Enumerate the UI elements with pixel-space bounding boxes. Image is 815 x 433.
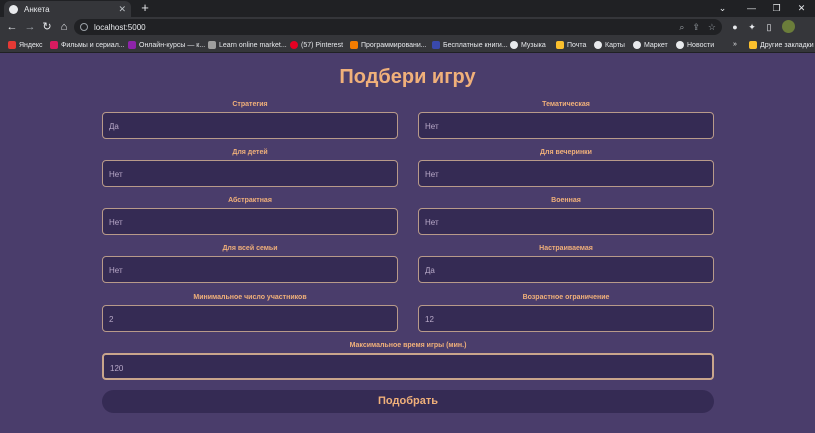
forward-arrow-icon[interactable]: →: [22, 19, 38, 35]
address-bar[interactable]: localhost:5000 ⌕ ⇪ ☆: [74, 19, 722, 35]
chevron-down-icon[interactable]: »: [733, 37, 737, 53]
field-kids: Для детей Нет: [102, 148, 398, 187]
bookmarks-bar: Яндекс Фильмы и сериал... Онлайн-курсы —…: [0, 37, 815, 53]
sidebar-icon[interactable]: ▯: [762, 20, 776, 34]
page-title: Подбери игру: [339, 66, 476, 88]
abstract-input[interactable]: Нет: [102, 208, 398, 235]
field-party: Для вечеринки Нет: [418, 148, 714, 187]
url-text[interactable]: localhost:5000: [94, 23, 671, 32]
tab-title: Анкета: [24, 4, 50, 14]
bookmark-item[interactable]: (57) Pinterest: [290, 37, 343, 53]
bookmark-item[interactable]: Яндекс: [8, 37, 43, 53]
field-label: Для всей семьи: [222, 245, 278, 252]
field-label: Минимальное число участников: [193, 294, 307, 301]
age-limit-input[interactable]: 12: [418, 305, 714, 332]
close-icon[interactable]: ✕: [118, 4, 126, 14]
globe-icon: [9, 4, 18, 14]
field-military: Военная Нет: [418, 196, 714, 235]
puzzle-icon[interactable]: ✦: [745, 20, 759, 34]
browser-toolbar: ← → ↻ ⌂ localhost:5000 ⌕ ⇪ ☆ ● ✦ ▯: [0, 17, 815, 37]
field-family: Для всей семьи Нет: [102, 244, 398, 283]
other-bookmarks[interactable]: Другие закладки: [749, 37, 814, 53]
bookmark-item[interactable]: Карты: [594, 37, 625, 53]
zoom-icon[interactable]: ⌕: [679, 22, 684, 33]
field-strategy: Стратегия Да: [102, 100, 398, 139]
kids-input[interactable]: Нет: [102, 160, 398, 187]
party-input[interactable]: Нет: [418, 160, 714, 187]
field-label: Абстрактная: [228, 197, 272, 204]
field-age-limit: Возрастное ограничение 12: [418, 293, 714, 332]
military-input[interactable]: Нет: [418, 208, 714, 235]
field-label: Тематическая: [542, 101, 590, 108]
bookmark-item[interactable]: Программировани...: [350, 37, 427, 53]
field-label: Возрастное ограничение: [522, 294, 610, 301]
field-label: Максимальное время игры (мин.): [349, 342, 467, 349]
field-min-players: Минимальное число участников 2: [102, 293, 398, 332]
bookmark-item[interactable]: Почта: [556, 37, 586, 53]
bookmark-item[interactable]: Новости: [676, 37, 714, 53]
bookmark-item[interactable]: Learn online market...: [208, 37, 287, 53]
bookmark-item[interactable]: Маркет: [633, 37, 668, 53]
avatar[interactable]: [782, 20, 795, 33]
tab-strip: Анкета ✕ + ⌄ — ❐ ✕: [0, 0, 815, 17]
page-content: Подбери игру Стратегия Да Тематическая Н…: [0, 54, 815, 433]
field-label: Военная: [551, 197, 581, 204]
bookmark-item[interactable]: Бесплатные книги...: [432, 37, 508, 53]
bookmark-item[interactable]: Фильмы и сериал...: [50, 37, 125, 53]
window-controls: ⌄: [708, 0, 737, 17]
strategy-input[interactable]: Да: [102, 112, 398, 139]
field-label: Настраиваемая: [539, 245, 593, 252]
min-players-input[interactable]: 2: [102, 305, 398, 332]
field-max-time: Максимальное время игры (мин.) 120: [102, 341, 714, 380]
field-abstract: Абстрактная Нет: [102, 196, 398, 235]
submit-button[interactable]: Подобрать: [102, 390, 714, 413]
thematic-input[interactable]: Нет: [418, 112, 714, 139]
customizable-input[interactable]: Да: [418, 256, 714, 283]
extension-icon[interactable]: ●: [728, 20, 742, 34]
bookmark-item[interactable]: Онлайн-курсы — к...: [128, 37, 205, 53]
field-label: Стратегия: [232, 101, 268, 108]
close-icon[interactable]: ✕: [787, 0, 815, 17]
field-thematic: Тематическая Нет: [418, 100, 714, 139]
field-customizable: Настраиваемая Да: [418, 244, 714, 283]
max-time-input[interactable]: 120: [102, 353, 714, 380]
browser-tab[interactable]: Анкета ✕: [4, 1, 131, 17]
back-arrow-icon[interactable]: ←: [4, 19, 20, 35]
chevron-down-icon[interactable]: ⌄: [708, 0, 737, 17]
folder-icon: [749, 41, 757, 49]
bookmark-item[interactable]: Музыка: [510, 37, 546, 53]
info-icon[interactable]: [80, 23, 88, 31]
share-icon[interactable]: ⇪: [692, 22, 700, 33]
field-label: Для детей: [232, 149, 268, 156]
family-input[interactable]: Нет: [102, 256, 398, 283]
star-icon[interactable]: ☆: [708, 22, 716, 33]
home-icon[interactable]: ⌂: [56, 19, 72, 35]
reload-icon[interactable]: ↻: [39, 19, 55, 35]
plus-icon[interactable]: +: [138, 1, 152, 15]
field-label: Для вечеринки: [540, 149, 592, 156]
